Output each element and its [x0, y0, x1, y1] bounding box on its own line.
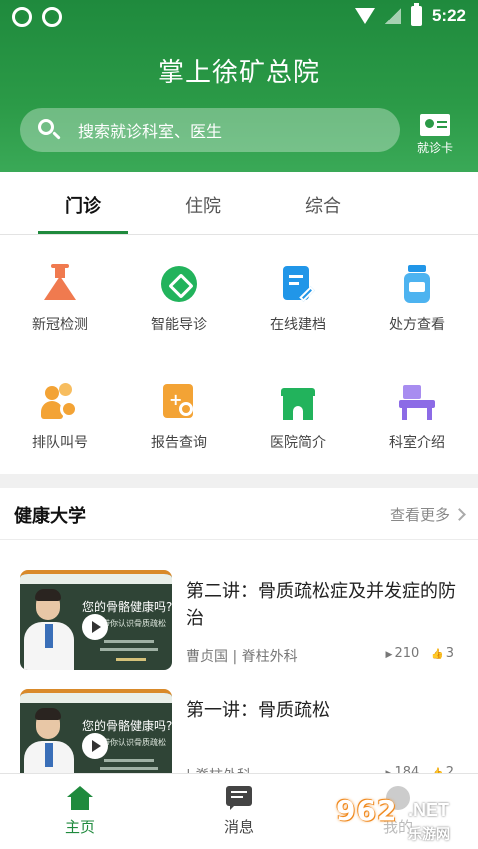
service-grid: 新冠检测 智能导诊 在线建档 处方查看 排队叫号 + 报告查询 医院简介 科室介…: [0, 236, 478, 474]
nav-home[interactable]: 主页: [30, 786, 130, 837]
no-signal-icon: [384, 8, 401, 24]
doctor-portrait: [24, 586, 74, 670]
like-count: 3: [431, 646, 454, 661]
section-divider: [0, 474, 478, 488]
service-label: 报告查询: [151, 435, 207, 451]
report-search-icon: +: [159, 382, 199, 422]
app-title: 掌上徐矿总院: [157, 58, 320, 88]
lesson-title: 第二讲：骨质疏松症及并发症的防治: [186, 581, 456, 629]
flask-icon: [40, 264, 80, 304]
watermark-number: 962: [336, 794, 398, 827]
tab-label: 综合: [305, 196, 341, 217]
service-label: 新冠检测: [32, 317, 88, 333]
view-more-label: 查看更多: [389, 506, 450, 524]
service-queue[interactable]: 排队叫号: [0, 382, 120, 452]
lesson-title: 第一讲：骨质疏松: [186, 700, 330, 721]
compass-icon: [159, 264, 199, 304]
nav-messages[interactable]: 消息: [189, 786, 289, 837]
app-header: 5:22 掌上徐矿总院 搜索就诊科室、医生 就诊卡: [0, 0, 478, 172]
service-label: 科室介绍: [389, 435, 445, 451]
tab-label: 门诊: [65, 196, 101, 217]
tab-label: 住院: [185, 196, 221, 217]
section-title: 健康大学: [14, 506, 86, 527]
service-hospital-intro[interactable]: 医院简介: [238, 382, 358, 452]
service-covid-test[interactable]: 新冠检测: [0, 264, 120, 334]
thumbnail-subtitle: 带你认识骨质疏松: [102, 619, 166, 628]
document-edit-icon: [278, 264, 318, 304]
medicine-bottle-icon: [397, 264, 437, 304]
service-label: 处方查看: [389, 317, 445, 333]
search-icon: [36, 117, 62, 143]
service-label: 智能导诊: [151, 317, 207, 333]
thumbnail-subtitle: 带你认识骨质疏松: [102, 738, 166, 747]
view-more-link[interactable]: 查看更多: [389, 504, 466, 525]
view-count: 210: [386, 646, 419, 661]
department-desk-icon: [397, 382, 437, 422]
id-card-icon: [420, 114, 450, 136]
status-time: 5:22: [431, 6, 466, 25]
medical-card-button[interactable]: 就诊卡: [408, 112, 462, 158]
service-label: 排队叫号: [32, 435, 88, 451]
lesson-stats: 210 3: [386, 646, 454, 661]
watermark-net: .NET: [408, 800, 450, 820]
chevron-right-icon: [453, 508, 466, 521]
tab-outpatient[interactable]: 门诊: [23, 172, 143, 234]
active-tab-indicator: [38, 231, 128, 234]
thumbnail-question: 您的骨骼健康吗?: [82, 600, 172, 614]
nav-label: 主页: [64, 818, 95, 836]
search-input[interactable]: 搜索就诊科室、医生: [20, 108, 400, 152]
lesson-author: 曹贞国 | 脊柱外科: [186, 649, 298, 665]
health-university-header: 健康大学 查看更多: [0, 488, 478, 540]
wifi-icon: [354, 8, 375, 24]
status-bar: 5:22: [0, 0, 478, 34]
play-icon[interactable]: [82, 733, 108, 759]
medical-card-label: 就诊卡: [416, 141, 453, 155]
site-watermark: 962 .NET 乐游网: [336, 794, 476, 848]
queue-icon: [40, 382, 80, 422]
service-prescription[interactable]: 处方查看: [357, 264, 477, 334]
play-icon[interactable]: [82, 614, 108, 640]
watermark-cn: 乐游网: [408, 827, 450, 843]
home-icon: [67, 786, 93, 810]
hospital-icon: [278, 382, 318, 422]
search-placeholder: 搜索就诊科室、医生: [78, 122, 223, 141]
message-icon: [226, 786, 252, 810]
service-smart-guide[interactable]: 智能导诊: [119, 264, 239, 334]
battery-charging-icon: [410, 3, 422, 26]
service-department-intro[interactable]: 科室介绍: [357, 382, 477, 452]
lesson-item[interactable]: 您的骨骼健康吗? 带你认识骨质疏松 第二讲：骨质疏松症及并发症的防治 曹贞国 |…: [0, 570, 478, 688]
video-thumbnail[interactable]: 您的骨骼健康吗? 带你认识骨质疏松: [20, 570, 172, 670]
service-label: 医院简介: [270, 435, 326, 451]
thumbnail-question: 您的骨骼健康吗?: [82, 719, 172, 733]
service-online-registration[interactable]: 在线建档: [238, 264, 358, 334]
tab-inpatient[interactable]: 住院: [143, 172, 263, 234]
tab-general[interactable]: 综合: [263, 172, 383, 234]
service-label: 在线建档: [270, 317, 326, 333]
service-report-query[interactable]: + 报告查询: [119, 382, 239, 452]
main-tabs: 门诊 住院 综合: [0, 172, 478, 235]
nav-label: 消息: [223, 818, 254, 836]
sync-icon: [42, 7, 62, 27]
sync-icon: [12, 7, 32, 27]
